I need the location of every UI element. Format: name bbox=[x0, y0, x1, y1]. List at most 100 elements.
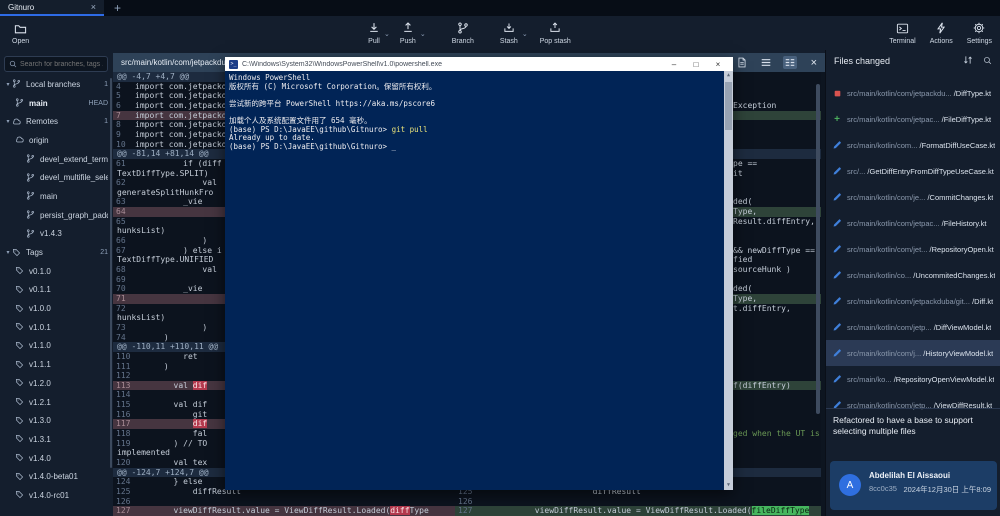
tag-icon bbox=[15, 304, 25, 314]
author-name: Abdelilah El Aissaoui bbox=[869, 471, 950, 480]
sidebar-item-v1-2-1[interactable]: v1.2.1 bbox=[0, 393, 113, 412]
sidebar-item-persist-graph-paddin[interactable]: persist_graph_paddin bbox=[0, 206, 113, 225]
unified-view-icon[interactable] bbox=[759, 56, 773, 69]
sidebar-item-origin[interactable]: origin bbox=[0, 131, 113, 150]
sidebar-item-remotes[interactable]: ▾Remotes1 bbox=[0, 112, 113, 131]
tab-title: Gitnuro bbox=[8, 3, 34, 12]
powershell-titlebar[interactable]: >_ C:\Windows\System32\WindowsPowerShell… bbox=[225, 57, 733, 71]
pull-dropdown-icon[interactable]: ⌄ bbox=[384, 30, 390, 38]
stash-button[interactable]: Stash bbox=[500, 22, 518, 45]
sort-icon[interactable] bbox=[963, 55, 973, 67]
pull-button[interactable]: Pull bbox=[368, 22, 380, 45]
terminal-scrollbar[interactable]: ▲ ▼ bbox=[724, 71, 733, 490]
diff-scrollbar[interactable] bbox=[816, 84, 820, 414]
sidebar-item-v1-3-1[interactable]: v1.3.1 bbox=[0, 430, 113, 449]
avatar: A bbox=[839, 474, 861, 496]
search-box[interactable] bbox=[4, 56, 108, 72]
file-row--filedifftype-kt[interactable]: +src/main/kotlin/com/jetpac... /FileDiff… bbox=[826, 106, 1000, 132]
chevron-down-icon[interactable]: ▾ bbox=[4, 81, 12, 88]
file-row--historyviewmodel-kt[interactable]: src/main/kotlin/com/j... /HistoryViewMod… bbox=[826, 340, 1000, 366]
file-row--getdiffentryfromdifftypeusecase-kt[interactable]: src/... /GetDiffEntryFromDiffTypeUseCase… bbox=[826, 158, 1000, 184]
file-row--diffviewmodel-kt[interactable]: src/main/kotlin/com/jetp... /DiffViewMod… bbox=[826, 314, 1000, 340]
tag-icon bbox=[15, 397, 25, 407]
pop-stash-button[interactable]: Pop stash bbox=[540, 22, 571, 45]
modified-file-icon bbox=[832, 192, 842, 202]
sidebar-item-v1-4-0[interactable]: v1.4.0 bbox=[0, 449, 113, 468]
cloud-icon bbox=[12, 117, 22, 127]
new-tab-button[interactable]: + bbox=[104, 0, 131, 16]
modified-file-icon bbox=[832, 218, 842, 228]
scroll-thumb[interactable] bbox=[725, 82, 732, 130]
file-row--repositoryopenviewmodel-kt[interactable]: src/main/ko... /RepositoryOpenViewModel.… bbox=[826, 366, 1000, 392]
tab-close-icon[interactable]: × bbox=[91, 2, 96, 12]
folder-icon bbox=[14, 23, 27, 36]
terminal-line: 版权所有 (C) Microsoft Corporation。保留所有权利。 bbox=[229, 83, 721, 92]
chevron-down-icon[interactable]: ▾ bbox=[4, 118, 12, 125]
cloud-icon bbox=[15, 135, 25, 145]
sidebar-item-v1-0-1[interactable]: v1.0.1 bbox=[0, 318, 113, 337]
sidebar-item-main[interactable]: mainHEAD bbox=[0, 94, 113, 113]
sidebar-item-v0-1-1[interactable]: v0.1.1 bbox=[0, 281, 113, 300]
sidebar-item-devel-multifile-select[interactable]: devel_multifile_select bbox=[0, 168, 113, 187]
branches-tree: ▾Local branches1mainHEAD▾Remotes1origind… bbox=[0, 75, 113, 505]
file-row--formatdiffusecase-kt[interactable]: src/main/kotlin/com... /FormatDiffUseCas… bbox=[826, 132, 1000, 158]
powershell-output: Windows PowerShell版权所有 (C) Microsoft Cor… bbox=[225, 71, 733, 490]
push-dropdown-icon[interactable]: ⌄ bbox=[420, 30, 426, 38]
branch-button[interactable]: Branch bbox=[452, 22, 474, 45]
open-button[interactable]: Open bbox=[12, 23, 29, 45]
tab-gitnuro[interactable]: Gitnuro × bbox=[0, 0, 104, 16]
sidebar-item-v1-2-0[interactable]: v1.2.0 bbox=[0, 374, 113, 393]
push-button[interactable]: Push bbox=[400, 22, 416, 45]
sidebar-item-devel-extend-termina[interactable]: devel_extend_termina bbox=[0, 150, 113, 169]
push-icon bbox=[402, 22, 414, 36]
maximize-button[interactable]: □ bbox=[685, 60, 707, 69]
settings-button[interactable]: Settings bbox=[967, 22, 992, 45]
scroll-down-icon[interactable]: ▼ bbox=[724, 481, 733, 490]
chevron-down-icon[interactable]: ▾ bbox=[4, 249, 12, 256]
actions-button[interactable]: Actions bbox=[930, 22, 953, 45]
sidebar-item-v0-1-0[interactable]: v0.1.0 bbox=[0, 262, 113, 281]
sidebar-item-v1-1-0[interactable]: v1.1.0 bbox=[0, 337, 113, 356]
pull-icon bbox=[368, 22, 380, 36]
sidebar-item-main[interactable]: main bbox=[0, 187, 113, 206]
sidebar-item-v1-4-0-rc01[interactable]: v1.4.0-rc01 bbox=[0, 486, 113, 505]
tag-icon bbox=[15, 322, 25, 332]
sidebar-item-v1-4-3[interactable]: v1.4.3 bbox=[0, 225, 113, 244]
sidebar-item-v1-3-0[interactable]: v1.3.0 bbox=[0, 411, 113, 430]
file-row--commitchanges-kt[interactable]: src/main/kotlin/com/je... /CommitChanges… bbox=[826, 184, 1000, 210]
terminal-button[interactable]: Terminal bbox=[889, 23, 915, 45]
file-row--diff-kt[interactable]: src/main/kotlin/com/jetpackduba/git... /… bbox=[826, 288, 1000, 314]
file-row--repositoryopen-kt[interactable]: src/main/kotlin/com/jet... /RepositoryOp… bbox=[826, 236, 1000, 262]
stash-icon bbox=[503, 22, 515, 36]
file-row--filehistory-kt[interactable]: src/main/kotlin/com/jetpac... /FileHisto… bbox=[826, 210, 1000, 236]
file-row--difftype-kt[interactable]: src/main/kotlin/com/jetpackdu... /DiffTy… bbox=[826, 80, 1000, 106]
tag-icon bbox=[15, 416, 25, 426]
sidebar-item-v1-0-0[interactable]: v1.0.0 bbox=[0, 299, 113, 318]
sidebar-item-v1-1-1[interactable]: v1.1.1 bbox=[0, 355, 113, 374]
commit-author-card[interactable]: A Abdelilah El Aissaoui 8cc0c35 2024年12月… bbox=[830, 461, 997, 510]
powershell-window[interactable]: >_ C:\Windows\System32\WindowsPowerShell… bbox=[225, 57, 733, 490]
sidebar-item-tags[interactable]: ▾Tags21 bbox=[0, 243, 113, 262]
minimize-button[interactable]: – bbox=[663, 60, 685, 69]
tag-icon bbox=[15, 434, 25, 444]
files-changed-panel: Files changed src/main/kotlin/com/jetpac… bbox=[825, 50, 1000, 516]
files-search-icon[interactable] bbox=[983, 56, 992, 67]
sidebar-item-v1-4-0-beta01[interactable]: v1.4.0-beta01 bbox=[0, 467, 113, 486]
modified-file-icon bbox=[832, 348, 842, 358]
scroll-up-icon[interactable]: ▲ bbox=[724, 71, 733, 80]
count-badge: 21 bbox=[100, 249, 108, 256]
close-button[interactable]: × bbox=[707, 60, 729, 69]
tag-icon bbox=[15, 285, 25, 295]
modified-file-icon bbox=[832, 322, 842, 332]
stash-dropdown-icon[interactable]: ⌄ bbox=[522, 30, 528, 38]
file-document-icon[interactable] bbox=[735, 56, 749, 69]
file-row--uncommitedchanges-kt[interactable]: src/main/kotlin/co... /UncommitedChanges… bbox=[826, 262, 1000, 288]
commit-hash: 8cc0c35 bbox=[869, 484, 897, 495]
search-input[interactable] bbox=[20, 61, 103, 68]
sidebar-item-local-branches[interactable]: ▾Local branches1 bbox=[0, 75, 113, 94]
sidebar-scrollbar[interactable] bbox=[110, 78, 112, 468]
split-view-icon[interactable] bbox=[783, 56, 797, 69]
pop-stash-icon bbox=[549, 22, 561, 36]
diff-line: 126 bbox=[455, 497, 821, 507]
close-diff-icon[interactable]: × bbox=[811, 57, 817, 69]
